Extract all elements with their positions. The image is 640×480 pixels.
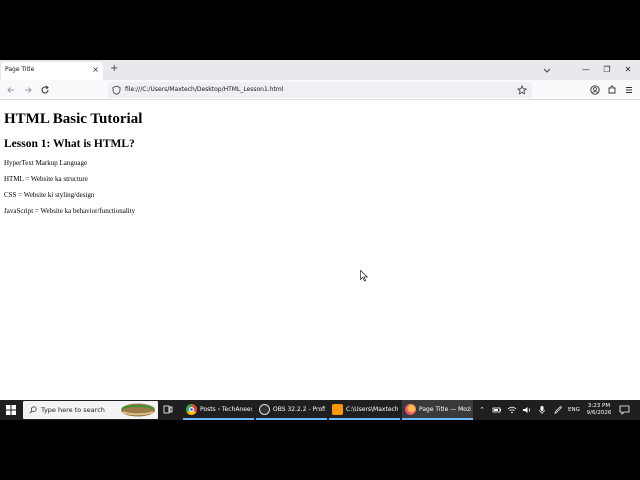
task-view-button[interactable] bbox=[163, 405, 173, 415]
chrome-icon bbox=[186, 404, 197, 415]
obs-icon bbox=[259, 404, 270, 415]
tab-close-button[interactable]: × bbox=[92, 65, 99, 75]
taskbar-app-obs[interactable]: OBS 32.2.2 - Profil... bbox=[256, 400, 327, 420]
extensions-icon[interactable] bbox=[606, 84, 618, 96]
forward-button[interactable] bbox=[22, 84, 34, 96]
tab-page-title[interactable]: Page Title × bbox=[1, 62, 103, 80]
clock-date: 9/6/2026 bbox=[586, 410, 612, 416]
notification-icon[interactable] bbox=[619, 405, 630, 415]
system-clock[interactable]: 3:23 PM 9/6/2026 bbox=[584, 403, 614, 417]
sublime-icon bbox=[332, 404, 343, 415]
screen: Page Title × + — ❐ ✕ file:///C:/Users/Ma… bbox=[0, 60, 640, 420]
address-bar[interactable]: file:///C:/Users/Maxtech/Desktop/HTML_Le… bbox=[108, 82, 532, 98]
search-highlight-image bbox=[121, 403, 155, 417]
taskbar-search-box[interactable]: Type here to search bbox=[23, 401, 158, 419]
speaker-icon[interactable] bbox=[522, 404, 532, 416]
page-content: HTML Basic Tutorial Lesson 1: What is HT… bbox=[4, 110, 636, 215]
search-placeholder: Type here to search bbox=[41, 406, 105, 414]
new-tab-button[interactable]: + bbox=[110, 64, 118, 74]
show-hidden-icons-chevron-icon[interactable]: ⌃ bbox=[477, 404, 487, 416]
bookmark-star-icon[interactable] bbox=[517, 85, 527, 95]
taskbar-app-label: OBS 32.2.2 - Profil... bbox=[273, 406, 325, 413]
reload-button[interactable] bbox=[39, 84, 51, 96]
paragraph-html: HTML = Website ka structure bbox=[4, 175, 88, 183]
minimize-button[interactable]: — bbox=[580, 64, 592, 76]
firefox-icon bbox=[405, 404, 416, 415]
paragraph-javascript: JavaScript = Website ka behavior/functio… bbox=[4, 207, 136, 215]
clock-time: 3:23 PM bbox=[587, 403, 611, 409]
menu-icon[interactable] bbox=[623, 84, 635, 96]
navigation-bar: file:///C:/Users/Maxtech/Desktop/HTML_Le… bbox=[0, 80, 640, 100]
taskbar-app-label: Posts ‹ TechAnees ... bbox=[200, 406, 252, 413]
language-indicator[interactable]: ENG bbox=[568, 407, 580, 413]
site-info-icon[interactable] bbox=[112, 85, 121, 95]
back-button[interactable] bbox=[5, 84, 17, 96]
tab-title: Page Title bbox=[5, 66, 35, 73]
paragraph-css: CSS = Website ki styling/design bbox=[4, 191, 95, 199]
restore-button[interactable]: ❐ bbox=[601, 64, 613, 76]
close-window-button[interactable]: ✕ bbox=[622, 64, 634, 76]
page-heading: HTML Basic Tutorial bbox=[4, 111, 143, 127]
taskbar-app-sublime[interactable]: C:\Users\Maxtech\... bbox=[329, 400, 400, 420]
battery-icon[interactable] bbox=[492, 404, 502, 416]
tab-strip: Page Title × + — ❐ ✕ bbox=[0, 60, 640, 80]
taskbar-app-label: Page Title — Mozil... bbox=[419, 406, 471, 413]
taskbar: Type here to search Posts ‹ TechAnees ..… bbox=[0, 400, 640, 420]
taskbar-app-firefox[interactable]: Page Title — Mozil... bbox=[402, 400, 473, 420]
mouse-cursor-icon bbox=[360, 270, 368, 282]
lesson-heading: Lesson 1: What is HTML? bbox=[4, 138, 135, 150]
microphone-icon[interactable] bbox=[537, 404, 547, 416]
pen-icon[interactable] bbox=[553, 404, 563, 416]
wifi-icon[interactable] bbox=[507, 404, 517, 416]
url-text[interactable]: file:///C:/Users/Maxtech/Desktop/HTML_Le… bbox=[125, 86, 283, 93]
taskbar-app-label: C:\Users\Maxtech\... bbox=[346, 406, 398, 413]
taskbar-app-chrome[interactable]: Posts ‹ TechAnees ... bbox=[183, 400, 254, 420]
paragraph-hypertext: HyperText Markup Language bbox=[4, 159, 88, 167]
search-icon bbox=[29, 406, 37, 414]
windows-start-button[interactable] bbox=[6, 405, 16, 415]
account-icon[interactable] bbox=[589, 84, 601, 96]
list-all-tabs-button[interactable] bbox=[542, 65, 552, 75]
